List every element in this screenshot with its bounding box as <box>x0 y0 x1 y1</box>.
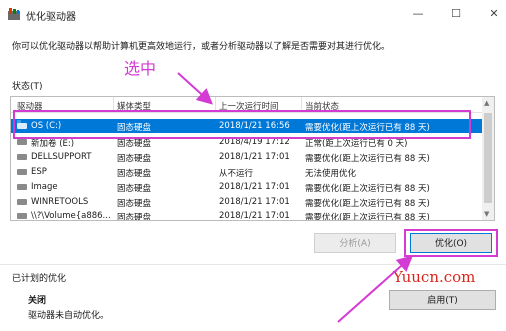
scheduled-detail: 驱动器未自动优化。 <box>28 311 110 321</box>
media-type: 固态硬盘 <box>117 184 152 194</box>
last-run: 2018/1/21 17:01 <box>219 152 290 162</box>
last-run: 2018/1/21 17:01 <box>219 182 290 192</box>
drive-name: DELLSUPPORT <box>31 152 92 162</box>
window-title: 优化驱动器 <box>26 12 76 23</box>
media-type: 固态硬盘 <box>117 169 152 179</box>
watermark: Yuucn.com <box>393 268 476 286</box>
title-bar: 优化驱动器 — ☐ ✕ <box>0 0 506 28</box>
drive-name: Image <box>31 182 58 192</box>
table-row[interactable]: Image 固态硬盘 2018/1/21 17:01 需要优化(距上次运行已有 … <box>11 180 483 194</box>
scheduled-heading: 已计划的优化 <box>12 274 67 284</box>
drive-name: ESP <box>31 167 47 177</box>
scroll-up-icon[interactable]: ▲ <box>484 99 489 107</box>
minimize-button[interactable]: — <box>408 6 428 22</box>
status-label: 状态(T) <box>12 82 43 92</box>
last-run: 2018/1/21 17:01 <box>219 211 290 221</box>
maximize-button[interactable]: ☐ <box>446 6 466 22</box>
description-text: 你可以优化驱动器以帮助计算机更高效地运行，或者分析驱动器以了解是否需要对其进行优… <box>12 42 391 52</box>
table-row[interactable]: \\?\Volume{a886... 固态硬盘 2018/1/21 17:01 … <box>11 209 483 221</box>
current-status: 需要优化(距上次运行已有 88 天) <box>305 184 430 194</box>
table-row[interactable]: ESP 固态硬盘 从不运行 无法使用优化 <box>11 165 483 179</box>
highlight-box-selected-row <box>13 110 471 139</box>
analyze-button[interactable]: 分析(A) <box>314 233 396 253</box>
annotation-label: 选中 <box>124 59 157 78</box>
drive-name: WINRETOOLS <box>31 197 89 207</box>
media-type: 固态硬盘 <box>117 199 152 209</box>
close-button[interactable]: ✕ <box>484 6 504 22</box>
highlight-box-optimize-button <box>404 229 498 257</box>
current-status: 需要优化(距上次运行已有 88 天) <box>305 154 430 164</box>
drive-icon <box>17 199 27 205</box>
drive-icon <box>17 154 27 160</box>
defrag-icon <box>8 8 20 20</box>
vertical-scrollbar[interactable]: ▲ ▼ <box>482 97 494 220</box>
last-run: 从不运行 <box>219 169 254 179</box>
table-row[interactable]: WINRETOOLS 固态硬盘 2018/1/21 17:01 需要优化(距上次… <box>11 195 483 209</box>
last-run: 2018/1/21 17:01 <box>219 197 290 207</box>
drive-icon <box>17 213 27 219</box>
drive-name: \\?\Volume{a886... <box>31 211 111 221</box>
scroll-down-icon[interactable]: ▼ <box>484 210 489 218</box>
table-row[interactable]: DELLSUPPORT 固态硬盘 2018/1/21 17:01 需要优化(距上… <box>11 150 483 164</box>
scroll-thumb[interactable] <box>484 113 492 203</box>
drive-icon <box>17 169 27 175</box>
media-type: 固态硬盘 <box>117 154 152 164</box>
scheduled-status: 关闭 <box>28 296 47 306</box>
drive-icon <box>17 139 27 145</box>
divider <box>0 264 506 265</box>
current-status: 需要优化(距上次运行已有 88 天) <box>305 213 430 221</box>
enable-button[interactable]: 启用(T) <box>389 290 496 310</box>
current-status: 需要优化(距上次运行已有 88 天) <box>305 199 430 209</box>
drive-icon <box>17 184 27 190</box>
media-type: 固态硬盘 <box>117 213 152 221</box>
current-status: 无法使用优化 <box>305 169 357 179</box>
